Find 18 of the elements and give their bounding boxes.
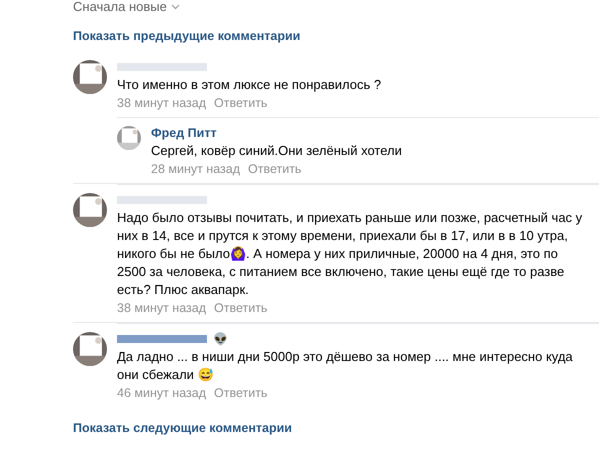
reply-link[interactable]: Ответить bbox=[214, 96, 268, 110]
emoji-label: 👽 bbox=[213, 332, 228, 346]
reply-link[interactable]: Ответить bbox=[248, 162, 302, 176]
comment-time: 28 минут назад bbox=[151, 162, 240, 176]
comment-text: Надо было отзывы почитать, и приехать раньше или позже, расчетный час у них в 14, все и прутся к этому времени, приехали бы в 17, или в в 10 утра, никого бы не было🙆‍♀. А номера у них приличные, 20000 на 4 дня, это по 2500 за человека, с питанием все включено, такие цены ещё где то разве есть? Плюс аквапарк. bbox=[117, 209, 584, 299]
comment-time: 38 минут назад bbox=[117, 96, 206, 110]
show-next-link[interactable]: Показать следующие комментарии bbox=[73, 421, 292, 435]
sort-dropdown[interactable]: Сначала новые bbox=[73, 0, 186, 15]
comment-time: 38 минут назад bbox=[117, 301, 206, 315]
chevron-icon bbox=[170, 4, 180, 10]
comment-text: Что именно в этом люксе не понравилось ? bbox=[117, 76, 382, 94]
comment-text: Да ладно ... в ниши дни 5000р это дёшево за номер .... мне интересно куда они сбежали 😅 bbox=[117, 348, 574, 384]
reply-link[interactable]: Ответить bbox=[214, 386, 268, 400]
author-name[interactable]: Фред Питт bbox=[151, 126, 217, 140]
comment-text: Сергей, ковёр синий.Они зелёный хотели bbox=[151, 142, 403, 160]
reply-link[interactable]: Ответить bbox=[214, 301, 268, 315]
comment-time: 46 минут назад bbox=[117, 386, 206, 400]
show-previous-link[interactable]: Показать предыдущие комментарии bbox=[73, 29, 300, 43]
